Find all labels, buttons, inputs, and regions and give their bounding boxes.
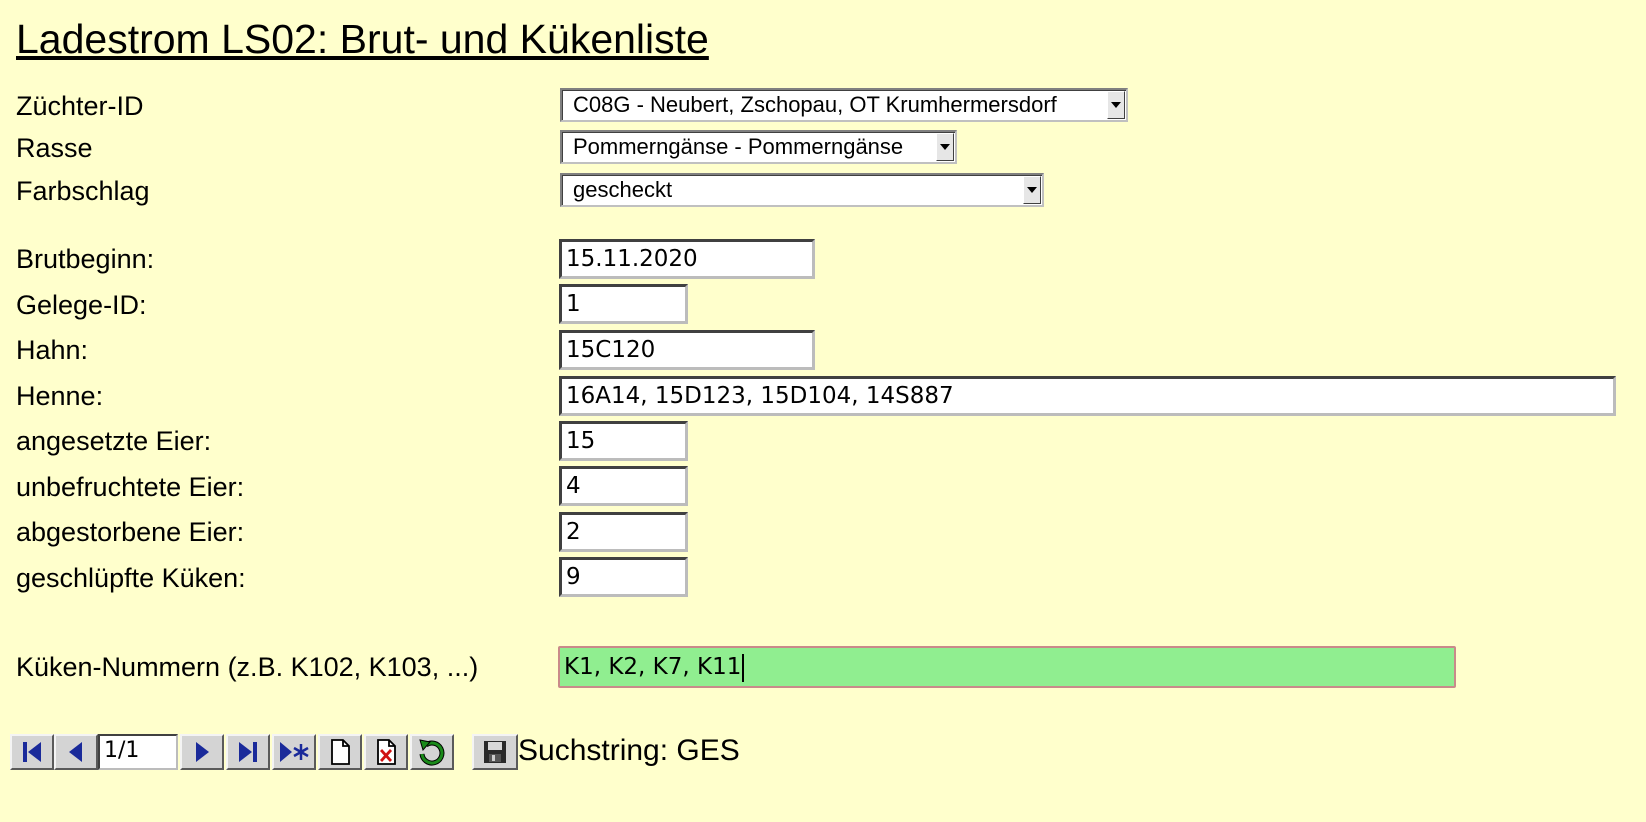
angesetzt-field[interactable]: 15 bbox=[559, 421, 688, 461]
brutbeginn-label: Brutbeginn: bbox=[16, 244, 155, 274]
rasse-select-value: Pommerngänse - Pommerngänse bbox=[573, 134, 904, 159]
text-caret bbox=[742, 653, 745, 682]
delete-record-icon bbox=[377, 739, 396, 765]
chevron-down-icon[interactable] bbox=[936, 133, 954, 161]
rasse-select[interactable]: Pommerngänse - Pommerngänse bbox=[560, 130, 957, 164]
save-icon bbox=[484, 741, 506, 763]
kueken-nummern-label: Küken-Nummern (z.B. K102, K103, ...) bbox=[16, 652, 479, 682]
kueken-nummern-field[interactable]: K1, K2, K7, K11 bbox=[558, 646, 1456, 688]
zuechter-select[interactable]: C08G - Neubert, Zschopau, OT Krumhermers… bbox=[560, 88, 1128, 122]
prev-record-icon bbox=[69, 742, 82, 762]
first-record-icon bbox=[23, 742, 41, 762]
geschluepft-label: geschlüpfte Küken: bbox=[16, 563, 246, 593]
prev-record-button[interactable] bbox=[54, 734, 98, 770]
henne-field[interactable]: 16A14, 15D123, 15D104, 14S887 bbox=[559, 376, 1616, 416]
first-record-button[interactable] bbox=[10, 734, 54, 770]
brutbeginn-field[interactable]: 15.11.2020 bbox=[559, 239, 815, 279]
henne-label: Henne: bbox=[16, 381, 104, 411]
save-button[interactable] bbox=[472, 734, 518, 770]
hahn-label: Hahn: bbox=[16, 335, 89, 365]
unbefruchtet-label: unbefruchtete Eier: bbox=[16, 472, 245, 502]
new-record-button[interactable] bbox=[272, 734, 316, 770]
farbschlag-label: Farbschlag bbox=[16, 176, 150, 206]
new-document-icon bbox=[331, 739, 350, 765]
next-record-icon bbox=[196, 742, 209, 762]
farbschlag-select-value: gescheckt bbox=[573, 177, 673, 202]
gelege-field[interactable]: 1 bbox=[559, 284, 688, 324]
unbefruchtet-field[interactable]: 4 bbox=[559, 466, 688, 506]
gelege-label: Gelege-ID: bbox=[16, 290, 147, 320]
abgestorben-field[interactable]: 2 bbox=[559, 512, 688, 552]
chevron-down-icon[interactable] bbox=[1023, 176, 1041, 204]
last-record-button[interactable] bbox=[226, 734, 270, 770]
next-record-button[interactable] bbox=[180, 734, 224, 770]
zuechter-select-value: C08G - Neubert, Zschopau, OT Krumhermers… bbox=[573, 92, 1057, 117]
kueken-nummern-value: K1, K2, K7, K11 bbox=[564, 654, 742, 680]
rasse-label: Rasse bbox=[16, 133, 93, 163]
refresh-icon bbox=[419, 739, 445, 766]
refresh-button[interactable] bbox=[410, 734, 454, 770]
zuechter-label: Züchter-ID bbox=[16, 91, 144, 121]
new-record-icon bbox=[280, 742, 309, 762]
chevron-down-icon[interactable] bbox=[1107, 91, 1125, 119]
geschluepft-field[interactable]: 9 bbox=[559, 557, 688, 597]
last-record-icon bbox=[239, 742, 257, 762]
search-string: Suchstring: GES bbox=[518, 734, 740, 767]
new-document-button[interactable] bbox=[318, 734, 362, 770]
hahn-field[interactable]: 15C120 bbox=[559, 330, 815, 370]
angesetzt-label: angesetzte Eier: bbox=[16, 426, 212, 456]
record-indicator[interactable]: 1/1 bbox=[98, 734, 178, 770]
farbschlag-select[interactable]: gescheckt bbox=[560, 173, 1044, 207]
abgestorben-label: abgestorbene Eier: bbox=[16, 517, 245, 547]
delete-record-button[interactable] bbox=[364, 734, 408, 770]
page-title: Ladestrom LS02: Brut- und Kükenliste bbox=[16, 16, 709, 62]
